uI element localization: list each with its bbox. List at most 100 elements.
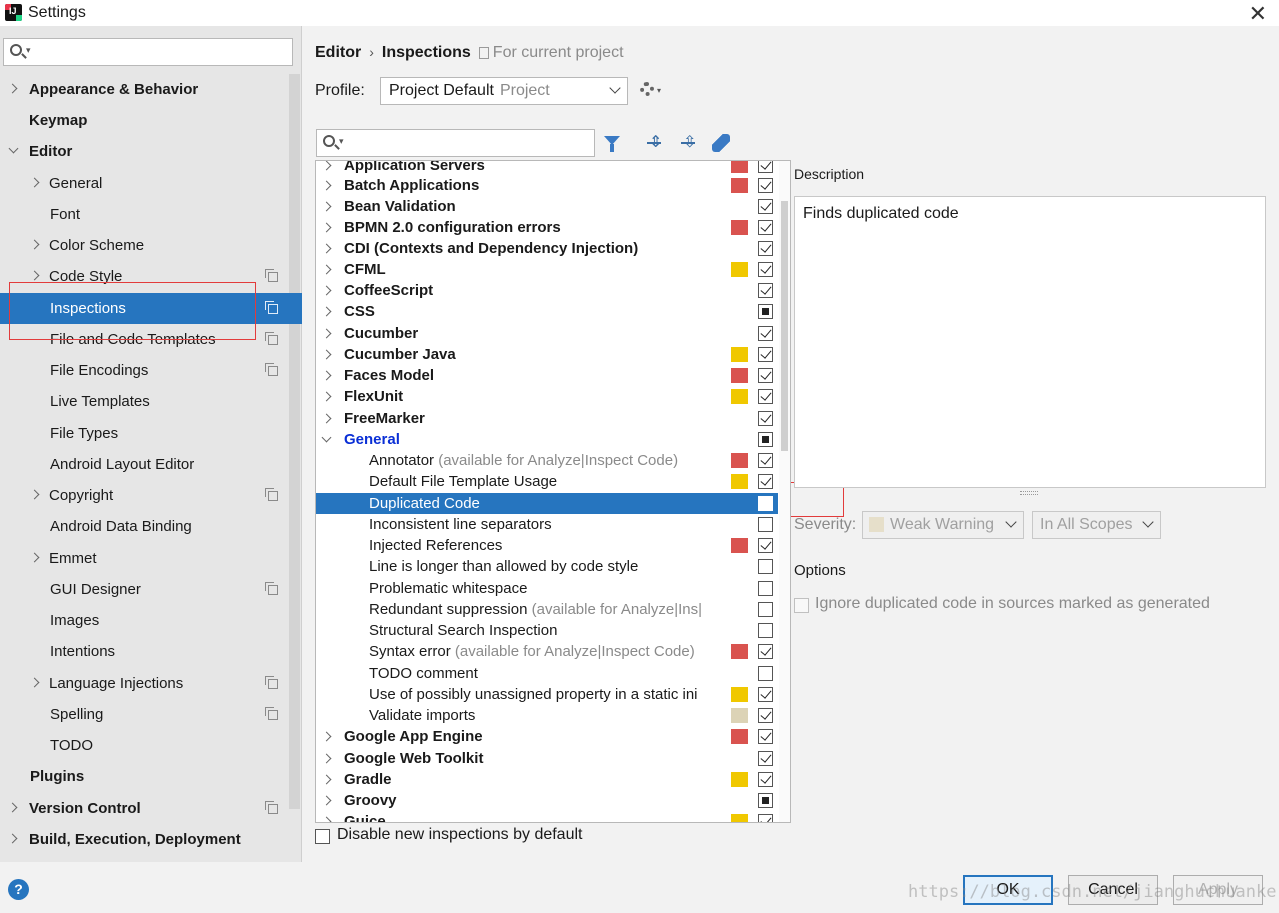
inspection-group-row-general[interactable]: General bbox=[316, 429, 778, 450]
expand-arrow-icon[interactable] bbox=[322, 775, 332, 785]
inspection-checkbox[interactable] bbox=[758, 538, 773, 553]
inspection-checkbox[interactable] bbox=[758, 199, 773, 214]
inspection-row[interactable]: Structural Search Inspection bbox=[316, 620, 778, 641]
inspection-group-row[interactable]: Google Web Toolkit bbox=[316, 748, 778, 769]
expand-arrow-icon[interactable] bbox=[322, 754, 332, 764]
expand-arrow-icon[interactable] bbox=[322, 307, 332, 317]
expand-arrow-icon[interactable] bbox=[322, 161, 332, 171]
inspection-checkbox[interactable] bbox=[758, 220, 773, 235]
expand-arrow-icon[interactable] bbox=[30, 553, 40, 563]
expand-arrow-icon[interactable] bbox=[322, 392, 332, 402]
inspection-checkbox[interactable] bbox=[758, 178, 773, 193]
sidebar-item-appearance-behavior[interactable]: Appearance & Behavior bbox=[0, 74, 302, 105]
inspection-checkbox[interactable] bbox=[758, 432, 773, 447]
collapse-arrow-icon[interactable] bbox=[322, 435, 332, 445]
inspection-row[interactable]: Redundant suppression (available for Ana… bbox=[316, 599, 778, 620]
inspection-group-row[interactable]: Faces Model bbox=[316, 365, 778, 386]
scope-dropdown[interactable]: In All Scopes bbox=[1032, 511, 1161, 539]
inspection-checkbox[interactable] bbox=[758, 602, 773, 617]
profile-dropdown[interactable]: Project Default Project bbox=[380, 77, 628, 105]
expand-all-icon[interactable] bbox=[645, 132, 663, 152]
expand-arrow-icon[interactable] bbox=[30, 240, 40, 250]
sidebar-item-version-control[interactable]: Version Control bbox=[0, 793, 302, 824]
inspection-group-row[interactable]: Gradle bbox=[316, 769, 778, 790]
inspection-group-row[interactable]: Google App Engine bbox=[316, 726, 778, 747]
inspection-row[interactable]: Annotator (available for Analyze|Inspect… bbox=[316, 450, 778, 471]
inspection-checkbox[interactable] bbox=[758, 368, 773, 383]
inspection-checkbox[interactable] bbox=[758, 729, 773, 744]
expand-arrow-icon[interactable] bbox=[8, 803, 18, 813]
filter-icon[interactable] bbox=[604, 136, 620, 152]
expand-arrow-icon[interactable] bbox=[322, 265, 332, 275]
expand-arrow-icon[interactable] bbox=[322, 350, 332, 360]
inspection-checkbox[interactable] bbox=[758, 772, 773, 787]
sidebar-item-language-injections[interactable]: Language Injections bbox=[0, 668, 302, 699]
inspection-row[interactable]: Injected References bbox=[316, 535, 778, 556]
inspections-tree[interactable]: Application Servers Batch Applications B… bbox=[315, 160, 791, 823]
sidebar-item-android-layout-editor[interactable]: Android Layout Editor bbox=[0, 449, 302, 480]
expand-arrow-icon[interactable] bbox=[322, 286, 332, 296]
inspection-group-row[interactable]: Application Servers bbox=[316, 161, 778, 176]
breadcrumb-parent[interactable]: Editor bbox=[315, 44, 361, 61]
expand-arrow-icon[interactable] bbox=[322, 202, 332, 212]
inspection-group-row[interactable]: Guice bbox=[316, 811, 778, 822]
inspection-group-row[interactable]: Bean Validation bbox=[316, 196, 778, 217]
inspection-checkbox[interactable] bbox=[758, 559, 773, 574]
inspection-checkbox[interactable] bbox=[758, 241, 773, 256]
inspection-checkbox[interactable] bbox=[758, 496, 773, 511]
inspection-group-row[interactable]: Groovy bbox=[316, 790, 778, 811]
expand-arrow-icon[interactable] bbox=[322, 796, 332, 806]
inspection-group-row[interactable]: FreeMarker bbox=[316, 408, 778, 429]
inspection-checkbox[interactable] bbox=[758, 262, 773, 277]
close-icon[interactable]: ✕ bbox=[1249, 1, 1267, 27]
inspection-group-row[interactable]: Batch Applications bbox=[316, 175, 778, 196]
expand-arrow-icon[interactable] bbox=[30, 490, 40, 500]
sidebar-item-todo[interactable]: TODO bbox=[0, 730, 302, 761]
inspection-checkbox[interactable] bbox=[758, 474, 773, 489]
inspection-checkbox[interactable] bbox=[758, 623, 773, 638]
inspection-row[interactable]: Line is longer than allowed by code styl… bbox=[316, 556, 778, 577]
inspection-checkbox[interactable] bbox=[758, 517, 773, 532]
severity-dropdown[interactable]: Weak Warning bbox=[862, 511, 1024, 539]
sidebar-item-intentions[interactable]: Intentions bbox=[0, 636, 302, 667]
gear-menu-caret-icon[interactable]: ▾ bbox=[657, 86, 661, 95]
inspection-group-row[interactable]: Cucumber Java bbox=[316, 344, 778, 365]
settings-search-input[interactable]: ▾ bbox=[3, 38, 293, 66]
gear-icon[interactable] bbox=[640, 82, 654, 96]
inspection-checkbox[interactable] bbox=[758, 666, 773, 681]
sidebar-item-general[interactable]: General bbox=[0, 168, 302, 199]
expand-arrow-icon[interactable] bbox=[322, 181, 332, 191]
inspection-row[interactable]: Use of possibly unassigned property in a… bbox=[316, 684, 778, 705]
inspection-group-row[interactable]: CoffeeScript bbox=[316, 280, 778, 301]
expand-arrow-icon[interactable] bbox=[30, 178, 40, 188]
inspection-group-row[interactable]: FlexUnit bbox=[316, 386, 778, 407]
sidebar-item-spelling[interactable]: Spelling bbox=[0, 699, 302, 730]
inspection-group-row[interactable]: Cucumber bbox=[316, 323, 778, 344]
sidebar-item-file-types[interactable]: File Types bbox=[0, 418, 302, 449]
inspection-row[interactable]: Validate imports bbox=[316, 705, 778, 726]
sidebar-item-copyright[interactable]: Copyright bbox=[0, 480, 302, 511]
expand-arrow-icon[interactable] bbox=[322, 223, 332, 233]
inspection-checkbox[interactable] bbox=[758, 708, 773, 723]
inspection-checkbox[interactable] bbox=[758, 347, 773, 362]
expand-arrow-icon[interactable] bbox=[322, 329, 332, 339]
inspection-checkbox[interactable] bbox=[758, 411, 773, 426]
sidebar-item-emmet[interactable]: Emmet bbox=[0, 543, 302, 574]
expand-arrow-icon[interactable] bbox=[322, 244, 332, 254]
expand-arrow-icon[interactable] bbox=[8, 84, 18, 94]
expand-arrow-icon[interactable] bbox=[30, 678, 40, 688]
inspection-checkbox[interactable] bbox=[758, 793, 773, 808]
sidebar-item-file-encodings[interactable]: File Encodings bbox=[0, 355, 302, 386]
inspection-checkbox[interactable] bbox=[758, 814, 773, 822]
expand-arrow-icon[interactable] bbox=[322, 414, 332, 424]
inspection-group-row[interactable]: CSS bbox=[316, 301, 778, 322]
sidebar-item-plugins[interactable]: Plugins bbox=[0, 761, 302, 792]
expand-arrow-icon[interactable] bbox=[322, 817, 332, 822]
expand-arrow-icon[interactable] bbox=[322, 732, 332, 742]
sidebar-item-live-templates[interactable]: Live Templates bbox=[0, 386, 302, 417]
inspection-group-row[interactable]: BPMN 2.0 configuration errors bbox=[316, 217, 778, 238]
inspection-checkbox[interactable] bbox=[758, 687, 773, 702]
inspection-checkbox[interactable] bbox=[758, 644, 773, 659]
inspection-checkbox[interactable] bbox=[758, 283, 773, 298]
help-icon[interactable]: ? bbox=[8, 879, 29, 900]
